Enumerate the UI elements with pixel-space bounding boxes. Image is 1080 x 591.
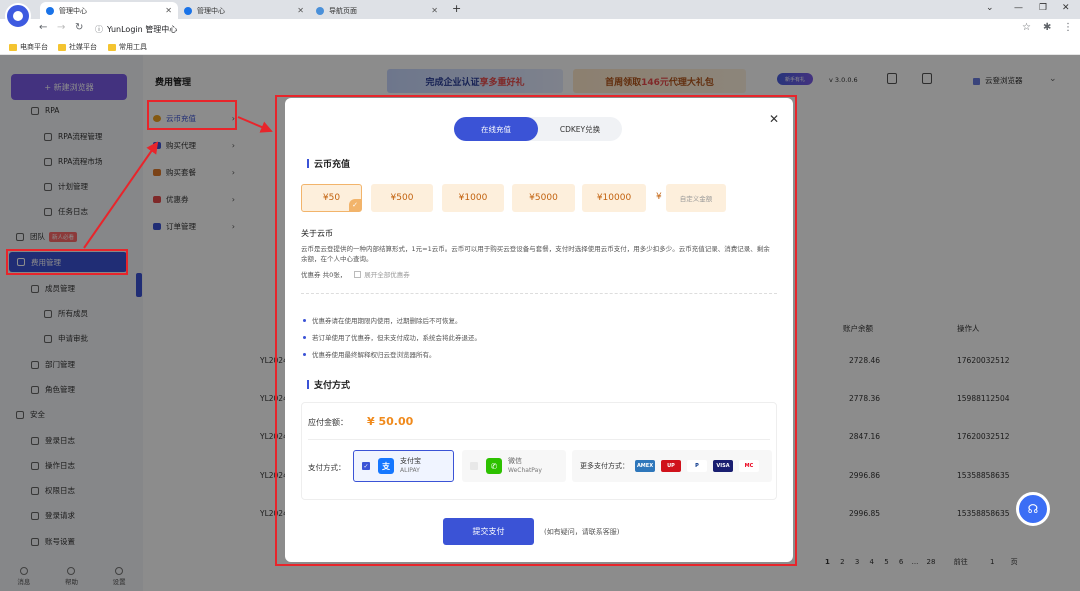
- folder-icon: [9, 43, 17, 51]
- minimize-button[interactable]: —: [1014, 3, 1023, 13]
- forward-arrow-icon[interactable]: →: [57, 22, 65, 33]
- divider: [301, 293, 777, 294]
- tab-management-2[interactable]: 管理中心 ✕: [178, 2, 310, 19]
- payment-method-label: 支付方式：: [308, 463, 346, 472]
- coupon-line: 优惠券 共0张， 展开全部优惠券: [301, 269, 410, 279]
- custom-amount-currency: ¥: [656, 192, 662, 202]
- tab-online-recharge[interactable]: 在线充值: [454, 117, 538, 141]
- amount-option-5000[interactable]: ¥5000: [512, 184, 575, 212]
- payment-box: 应付金额： ¥ 50.00 支付方式： ✓ 支 支付宝 ALIPAY ✆ 微信 We…: [301, 402, 777, 500]
- about-coin-text: 云币是云登提供的一种内部结算形式，1元=1云币。云币可以用于购买云登设备与套餐，…: [301, 245, 770, 263]
- visa-card-icon: VISA: [713, 460, 733, 472]
- new-tab-button[interactable]: +: [452, 2, 461, 15]
- extensions-icon[interactable]: ✱: [1043, 22, 1051, 33]
- alipay-option[interactable]: ✓ 支 支付宝 ALIPAY: [353, 450, 454, 482]
- about-coin-title: 关于云币: [301, 229, 333, 238]
- expand-coupons-label[interactable]: 展开全部优惠券: [364, 269, 410, 279]
- submit-payment-button[interactable]: 提交支付: [443, 518, 534, 545]
- maximize-button[interactable]: ❐: [1039, 3, 1047, 13]
- tab-close-icon[interactable]: ✕: [431, 6, 438, 15]
- yunlogin-favicon-icon: [184, 6, 192, 15]
- customer-support-icon[interactable]: ☊: [1016, 492, 1050, 526]
- yunlogin-favicon-icon: [46, 6, 54, 15]
- wechat-pay-option[interactable]: ✆ 微信 WeChatPay: [462, 450, 566, 482]
- tab-close-icon[interactable]: ✕: [297, 6, 304, 15]
- amount-due-value: ¥ 50.00: [367, 415, 414, 428]
- more-payment-methods[interactable]: 更多支付方式： AMEX UP P VISA MC: [572, 450, 772, 482]
- divider: [308, 439, 770, 440]
- address-bar: ← → ↻ ⓘ YunLogin 管理中心 ☆ ✱ ⋮: [0, 19, 1080, 40]
- recharge-tabs: 在线充值 CDKEY兑换: [454, 117, 622, 141]
- payment-section-title: 支付方式: [307, 378, 350, 391]
- wechat-icon: ✆: [486, 458, 502, 474]
- checkbox-checked-icon: ✓: [362, 462, 370, 470]
- amount-due-label: 应付金额：: [308, 418, 348, 427]
- alipay-icon: 支: [378, 458, 394, 474]
- browser-menu-icon[interactable]: ⋮: [1063, 22, 1073, 33]
- expand-coupons-checkbox[interactable]: [354, 270, 362, 278]
- submit-hint: (如有疑问，请联系客服): [544, 528, 620, 536]
- bookmarks-bar: 电商平台 社媒平台 常用工具: [0, 40, 1080, 55]
- amount-option-1000[interactable]: ¥1000: [442, 184, 504, 212]
- amount-option-50[interactable]: ¥50: [301, 184, 362, 212]
- window-close-button[interactable]: ✕: [1062, 3, 1070, 13]
- globe-icon: [316, 6, 324, 15]
- mastercard-icon: MC: [739, 460, 759, 472]
- browser-tab-bar: 管理中心 ✕ 管理中心 ✕ 导航页面 ✕ + ⌄ — ❐ ✕: [0, 0, 1080, 19]
- folder-icon: [108, 43, 116, 51]
- tab-navigation[interactable]: 导航页面 ✕: [310, 2, 444, 19]
- close-icon[interactable]: ✕: [769, 112, 779, 126]
- note-item: 若订单使用了优惠券，但未支付成功，系统会将此券退还。: [303, 332, 481, 342]
- tab-close-icon[interactable]: ✕: [165, 6, 172, 15]
- amex-card-icon: AMEX: [635, 460, 655, 472]
- bookmark-star-icon[interactable]: ☆: [1022, 22, 1031, 33]
- bookmark-social[interactable]: 社媒平台: [58, 42, 97, 52]
- highlight-cloud-coin: [147, 100, 237, 130]
- app-logo: [5, 3, 31, 29]
- paypal-icon: P: [687, 460, 707, 472]
- custom-amount-input[interactable]: 自定义金额: [666, 184, 726, 212]
- note-item: 优惠券请在使用期限内使用，过期删除后不可恢复。: [303, 315, 462, 325]
- unionpay-card-icon: UP: [661, 460, 681, 472]
- bookmark-ecommerce[interactable]: 电商平台: [9, 42, 48, 52]
- url-field[interactable]: ⓘ YunLogin 管理中心: [95, 24, 177, 35]
- site-info-icon[interactable]: ⓘ: [95, 25, 103, 34]
- back-arrow-icon[interactable]: ←: [39, 22, 47, 33]
- bookmark-tools[interactable]: 常用工具: [108, 42, 147, 52]
- highlight-billing: [6, 249, 128, 275]
- tab-cdkey-redeem[interactable]: CDKEY兑换: [538, 117, 622, 141]
- tab-management-1[interactable]: 管理中心 ✕: [40, 2, 178, 19]
- chevron-down-icon[interactable]: ⌄: [986, 3, 994, 13]
- amount-option-500[interactable]: ¥500: [371, 184, 433, 212]
- checkbox-icon: [470, 462, 478, 470]
- amount-option-10000[interactable]: ¥10000: [582, 184, 646, 212]
- note-item: 优惠券使用最终解释权归云登浏览器所有。: [303, 349, 436, 359]
- recharge-modal: 在线充值 CDKEY兑换 ✕ 云币充值 ¥50 ¥500 ¥1000 ¥5000…: [285, 98, 793, 562]
- reload-icon[interactable]: ↻: [75, 22, 83, 33]
- folder-icon: [58, 43, 66, 51]
- recharge-section-title: 云币充值: [307, 157, 350, 170]
